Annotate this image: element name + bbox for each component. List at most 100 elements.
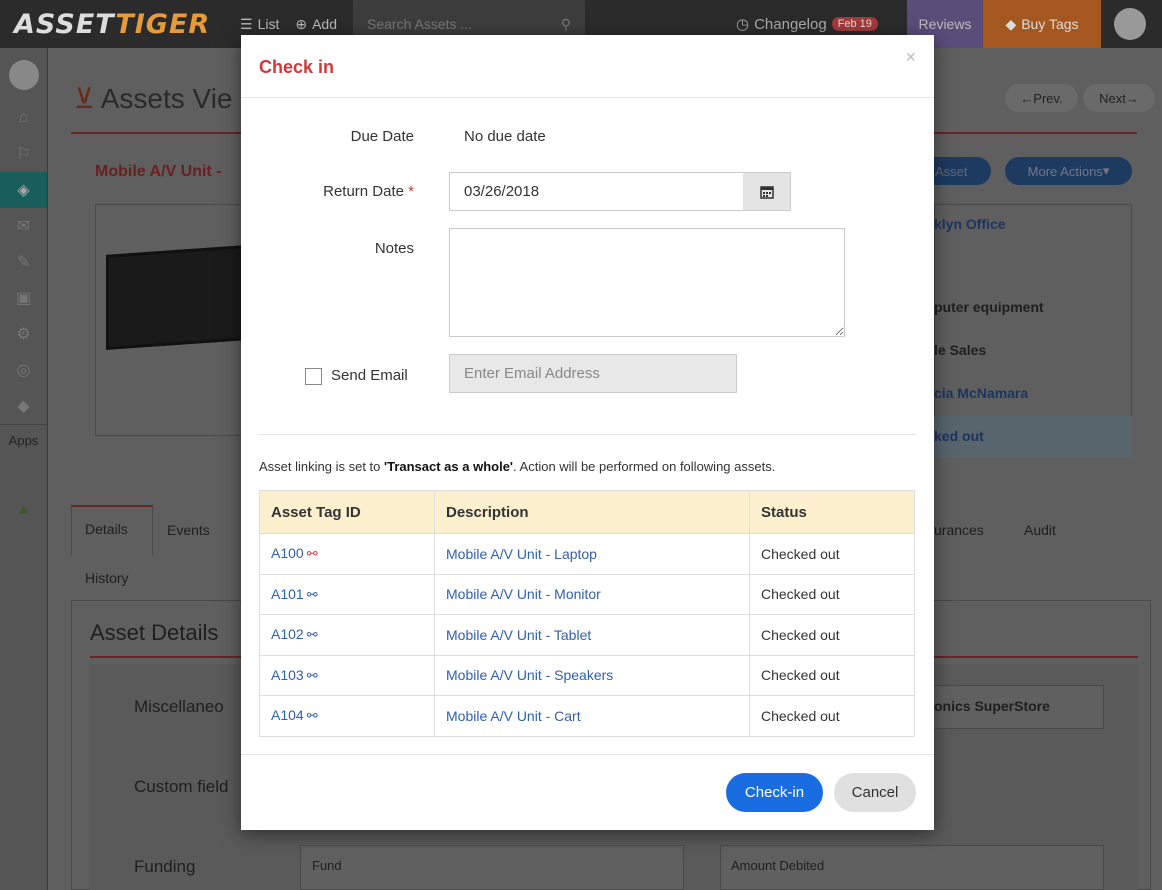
link-icon: ⚯	[306, 546, 318, 562]
due-date-label: Due Date	[350, 128, 414, 145]
assets-tag-icon[interactable]: ◈	[0, 172, 47, 208]
asset-tag-link[interactable]: A104	[271, 707, 304, 723]
return-date-input[interactable]: 03/26/2018	[449, 172, 744, 211]
link-icon: ⚯	[306, 586, 318, 602]
asset-tag-link[interactable]: A103	[271, 667, 304, 683]
linking-note: Asset linking is set to 'Transact as a w…	[259, 459, 776, 474]
send-email-checkbox[interactable]	[305, 368, 322, 385]
return-date-label: Return Date *	[323, 183, 414, 200]
sidebar-avatar[interactable]	[8, 60, 39, 90]
help-icon[interactable]: ◎	[0, 352, 47, 388]
apple-icon[interactable]	[0, 456, 47, 492]
description-cell[interactable]: Mobile A/V Unit - Cart	[434, 695, 750, 737]
list-nav[interactable]: ☰ List	[240, 16, 279, 33]
modal-separator	[258, 434, 916, 435]
asset-tag-link[interactable]: A102	[271, 626, 304, 642]
col-status: Status	[749, 490, 915, 534]
col-description: Description	[434, 490, 750, 534]
tab-details-label: Details	[85, 521, 128, 537]
department-value: le Sales	[934, 342, 987, 358]
checkin-button[interactable]: Check-in	[726, 773, 823, 812]
description-cell[interactable]: Mobile A/V Unit - Speakers	[434, 654, 750, 696]
tab-audit[interactable]: Audit	[1024, 522, 1056, 538]
description-cell[interactable]: Mobile A/V Unit - Monitor	[434, 573, 750, 615]
asset-tag-cell[interactable]: A103 ⚯	[259, 654, 435, 696]
table-header-row: Asset Tag ID Description Status	[259, 490, 915, 534]
flag-icon[interactable]: ⚐	[0, 136, 47, 172]
buy-tags-button[interactable]: ◆ Buy Tags	[983, 0, 1101, 48]
link-icon: ⚯	[306, 667, 318, 683]
description-link[interactable]: Mobile A/V Unit - Monitor	[446, 586, 601, 602]
tab-events[interactable]: Events	[167, 522, 210, 538]
search-icon[interactable]: ⚲	[561, 16, 571, 33]
table-row: A101 ⚯ Mobile A/V Unit - Monitor Checked ou…	[259, 573, 915, 615]
notes-textarea[interactable]	[449, 228, 845, 337]
send-email-label[interactable]: Send Email	[331, 367, 408, 384]
android-icon[interactable]: ▲	[0, 492, 47, 528]
misc-label: Miscellaneo	[134, 697, 224, 716]
modal-title: Check in	[259, 57, 335, 77]
app-logo[interactable]: ASSETTIGER	[0, 9, 240, 40]
wrench-icon[interactable]: ✎	[0, 244, 47, 280]
add-nav[interactable]: ⊕ Add	[295, 16, 337, 33]
asset-name: Mobile A/V Unit -	[95, 163, 222, 180]
table-row: A103 ⚯ Mobile A/V Unit - Speakers Checked o…	[259, 654, 915, 696]
description-cell[interactable]: Mobile A/V Unit - Tablet	[434, 614, 750, 656]
description-link[interactable]: Mobile A/V Unit - Cart	[446, 708, 581, 724]
prev-button[interactable]: ← Prev.	[1005, 84, 1078, 112]
briefcase-icon[interactable]: ▣	[0, 280, 47, 316]
asset-tag-cell[interactable]: A104 ⚯	[259, 695, 435, 737]
asset-tag-link[interactable]: A101	[271, 586, 304, 602]
custom-fields-label: Custom field	[134, 777, 229, 796]
vendor-value: onics SuperStore	[934, 698, 1050, 714]
asset-tag-cell[interactable]: A101 ⚯	[259, 573, 435, 615]
more-actions-button[interactable]: More Actions ▾	[1005, 157, 1132, 185]
list-icon: ☰	[240, 15, 253, 32]
modal-footer-divider	[241, 754, 934, 755]
status-cell: Checked out	[749, 533, 915, 575]
fund-cell	[300, 845, 684, 890]
calendar-button[interactable]	[743, 172, 791, 211]
description-cell[interactable]: Mobile A/V Unit - Laptop	[434, 533, 750, 575]
tags-icon[interactable]: ◆	[0, 388, 47, 424]
status-value: ked out	[934, 428, 984, 444]
category-value: puter equipment	[934, 299, 1044, 315]
inbox-icon[interactable]: ✉	[0, 208, 47, 244]
checkin-modal: Check in × Due Date No due date Return D…	[241, 35, 934, 830]
gear-icon[interactable]: ⚙	[0, 316, 47, 352]
link-icon: ⚯	[306, 627, 318, 643]
assigned-value[interactable]: cia McNamara	[934, 385, 1028, 401]
page-title: ⊻ Assets Vie	[74, 83, 233, 114]
col-asset-tag: Asset Tag ID	[259, 490, 435, 534]
cancel-button[interactable]: Cancel	[834, 773, 916, 812]
link-icon: ⚯	[306, 708, 318, 724]
asset-tag-cell[interactable]: A100 ⚯	[259, 533, 435, 575]
asset-details-title: Asset Details	[90, 620, 219, 645]
laptop-image	[106, 245, 246, 350]
tab-history[interactable]: History	[85, 570, 129, 586]
due-date-value: No due date	[464, 128, 546, 145]
table-row: A100 ⚯ Mobile A/V Unit - Laptop Checked out	[259, 533, 915, 575]
description-link[interactable]: Mobile A/V Unit - Tablet	[446, 627, 591, 643]
tab-insurances[interactable]: urances	[934, 522, 984, 538]
asset-tag-cell[interactable]: A102 ⚯	[259, 614, 435, 656]
site-value[interactable]: klyn Office	[934, 216, 1006, 232]
calendar-icon	[759, 185, 774, 199]
email-field[interactable]: Enter Email Address	[449, 354, 737, 393]
cart-icon: ⊻	[74, 83, 95, 114]
description-link[interactable]: Mobile A/V Unit - Speakers	[446, 667, 613, 683]
description-link[interactable]: Mobile A/V Unit - Laptop	[446, 546, 597, 562]
next-button[interactable]: Next →	[1083, 84, 1155, 112]
close-icon[interactable]: ×	[905, 47, 916, 68]
linked-assets-table: Asset Tag ID Description Status A100 ⚯ Mob…	[259, 490, 915, 737]
asset-tag-link[interactable]: A100	[271, 545, 304, 561]
status-cell: Checked out	[749, 573, 915, 615]
home-icon[interactable]: ⌂	[0, 100, 47, 136]
status-cell: Checked out	[749, 695, 915, 737]
user-avatar[interactable]	[1114, 8, 1146, 40]
clock-icon: ◷	[736, 16, 750, 33]
status-cell: Checked out	[749, 614, 915, 656]
changelog-badge: Feb 19	[831, 17, 878, 31]
amount-debited-label: Amount Debited	[731, 858, 825, 873]
tag-icon: ◆	[1005, 15, 1017, 32]
